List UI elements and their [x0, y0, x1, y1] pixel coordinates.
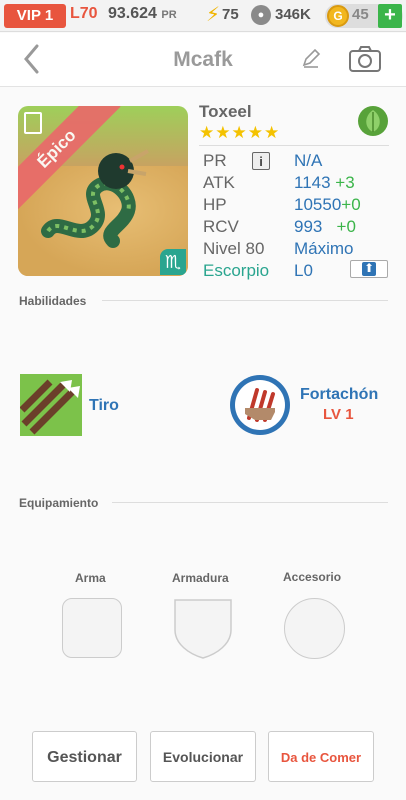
player-level: L70 — [70, 5, 98, 22]
divider — [102, 300, 388, 301]
zodiac-icon: ♏ — [160, 249, 186, 275]
level-label: Nivel 80 — [203, 239, 265, 258]
weapon-slot[interactable] — [62, 598, 122, 658]
skills-title: Habilidades — [19, 294, 87, 308]
monster-name: Toxeel — [199, 102, 252, 121]
stat-label-rcv: RCV — [203, 217, 239, 236]
power-value: 93.624 — [108, 5, 157, 22]
status-bar: VIP 1 L70 93.624 PR ⚡ 75 ● 346K G 45 + — [0, 0, 406, 32]
stat-label-hp: HP — [203, 195, 227, 214]
vip-badge[interactable]: VIP 1 — [4, 4, 66, 28]
info-button[interactable]: i — [252, 152, 270, 170]
monster-card[interactable]: Épico ♏ — [18, 106, 188, 276]
stat-value-atk: 1143 — [294, 173, 331, 192]
stat-rcv: 993 +0 — [294, 217, 356, 237]
food-value: 346K — [275, 6, 311, 23]
power-unit: PR — [161, 9, 177, 21]
stat-bonus-rcv: +0 — [336, 217, 356, 236]
stat-label-pr: PR — [203, 151, 227, 170]
stat-value-rcv: 993 — [294, 217, 323, 236]
stat-atk: 1143 +3 — [294, 173, 355, 193]
zodiac-label: Escorpio — [203, 261, 270, 280]
skill-icon-inner — [235, 380, 285, 430]
claw-skill-icon[interactable] — [230, 375, 290, 435]
power-rating: 93.624 PR — [108, 5, 177, 23]
level-value: Máximo — [294, 239, 354, 258]
arrow-skill-icon[interactable] — [20, 374, 82, 436]
evolve-button[interactable]: Evolucionar — [150, 731, 256, 782]
add-coins-button[interactable]: + — [378, 4, 402, 28]
armor-slot[interactable] — [173, 596, 233, 660]
upgrade-button[interactable]: ⬆ — [350, 260, 388, 278]
accessory-slot[interactable] — [284, 598, 345, 659]
page-header: Mcafk — [0, 33, 406, 87]
page-title: Mcafk — [173, 48, 233, 71]
divider — [112, 502, 388, 503]
coin-icon: G — [327, 5, 349, 27]
stat-value-hp: 10550 — [294, 195, 342, 214]
feed-button[interactable]: Da de Comer — [268, 731, 374, 782]
stat-value-pr: N/A — [294, 151, 323, 170]
document-icon — [24, 112, 42, 134]
skill-name-fortachon[interactable]: Fortachón — [300, 386, 378, 404]
stat-hp: 10550+0 — [294, 195, 361, 215]
stat-bonus-atk: +3 — [335, 173, 355, 192]
stat-label-atk: ATK — [203, 173, 235, 192]
zodiac-level: L0 — [294, 261, 313, 280]
arrow-up-icon: ⬆ — [362, 261, 376, 276]
slot-label-accessory: Accesorio — [283, 570, 342, 584]
manage-button[interactable]: Gestionar — [32, 731, 137, 782]
divider — [199, 145, 389, 146]
pencil-icon[interactable] — [300, 47, 322, 69]
slot-label-weapon: Arma — [75, 571, 106, 585]
equipment-title: Equipamiento — [19, 496, 99, 510]
skill-level: LV 1 — [323, 406, 354, 423]
energy-value: 75 — [222, 6, 239, 23]
coin-value: 45 — [352, 6, 369, 23]
food-icon: ● — [251, 5, 271, 25]
camera-icon[interactable] — [348, 45, 382, 73]
slot-label-armor: Armadura — [172, 571, 229, 585]
energy-icon: ⚡ — [206, 4, 221, 26]
leaf-icon — [358, 106, 388, 136]
skill-name-tiro[interactable]: Tiro — [89, 397, 119, 415]
star-rating: ★★★★★ — [199, 123, 281, 142]
stat-bonus-hp: +0 — [341, 195, 361, 214]
